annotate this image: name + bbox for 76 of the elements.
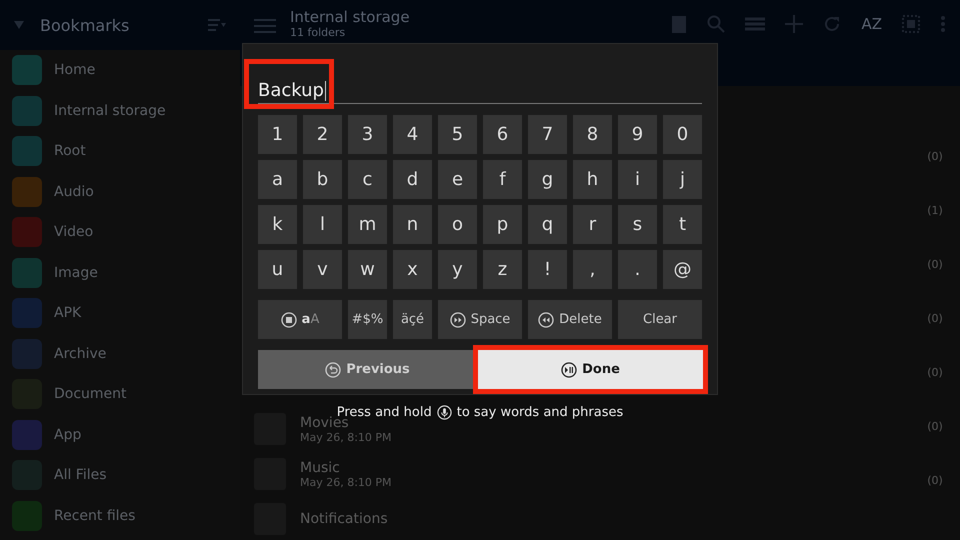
keyboard-key[interactable]: y bbox=[438, 250, 477, 289]
item-count: (0) bbox=[927, 474, 943, 489]
keyboard-key[interactable]: 5 bbox=[438, 115, 477, 154]
keyboard-key[interactable]: 9 bbox=[618, 115, 657, 154]
search-icon[interactable] bbox=[707, 15, 726, 33]
keyboard-key[interactable]: d bbox=[393, 160, 432, 199]
rewind-icon bbox=[538, 312, 554, 328]
plus-icon[interactable] bbox=[785, 15, 804, 33]
refresh-icon[interactable] bbox=[823, 15, 842, 33]
keyboard-key[interactable]: j bbox=[663, 160, 702, 199]
keyboard-key[interactable]: p bbox=[483, 205, 522, 244]
accents-key[interactable]: äçé bbox=[393, 300, 432, 339]
case-key[interactable]: aA bbox=[258, 300, 342, 339]
keyboard-key[interactable]: n bbox=[393, 205, 432, 244]
keyboard-key[interactable]: q bbox=[528, 205, 567, 244]
keyboard-key[interactable]: z bbox=[483, 250, 522, 289]
item-count: (1) bbox=[927, 204, 943, 219]
keyboard-key[interactable]: x bbox=[393, 250, 432, 289]
keyboard-key[interactable]: e bbox=[438, 160, 477, 199]
menu-icon[interactable] bbox=[254, 18, 276, 34]
keyboard-key[interactable]: t bbox=[663, 205, 702, 244]
keyboard-key[interactable]: 8 bbox=[573, 115, 612, 154]
keyboard-key[interactable]: 2 bbox=[303, 115, 342, 154]
keyboard-key[interactable]: @ bbox=[663, 250, 702, 289]
space-key[interactable]: Space bbox=[438, 300, 522, 339]
keyboard-key[interactable]: h bbox=[573, 160, 612, 199]
clear-key[interactable]: Clear bbox=[618, 300, 702, 339]
microphone-icon bbox=[436, 405, 452, 420]
keyboard-key[interactable]: i bbox=[618, 160, 657, 199]
keyboard-key[interactable]: w bbox=[348, 250, 387, 289]
item-count: (0) bbox=[927, 150, 943, 165]
keyboard-key[interactable]: f bbox=[483, 160, 522, 199]
square-circle-icon bbox=[280, 312, 297, 328]
item-count: (0) bbox=[927, 366, 943, 381]
storage-title: Internal storage bbox=[290, 8, 411, 26]
select-all-icon[interactable] bbox=[902, 15, 920, 33]
delete-key[interactable]: Delete bbox=[528, 300, 612, 339]
keyboard-key[interactable]: 4 bbox=[393, 115, 432, 154]
keyboard-key[interactable]: r bbox=[573, 205, 612, 244]
keyboard-key[interactable]: . bbox=[618, 250, 657, 289]
play-pause-icon bbox=[561, 362, 578, 378]
keyboard-key[interactable]: 0 bbox=[663, 115, 702, 154]
keyboard-key[interactable]: o bbox=[438, 205, 477, 244]
item-count: (0) bbox=[927, 258, 943, 273]
keyboard-key[interactable]: k bbox=[258, 205, 297, 244]
symbols-key[interactable]: #$% bbox=[348, 300, 387, 339]
item-count: (0) bbox=[927, 312, 943, 327]
keyboard-key[interactable]: 7 bbox=[528, 115, 567, 154]
fast-forward-icon bbox=[450, 312, 466, 328]
hint-text: Press and hold bbox=[336, 405, 432, 420]
keyboard-key[interactable]: m bbox=[348, 205, 387, 244]
keyboard-key[interactable]: c bbox=[348, 160, 387, 199]
sidebar-title: Bookmarks bbox=[40, 16, 130, 34]
keyboard-key[interactable]: l bbox=[303, 205, 342, 244]
keyboard-key[interactable]: , bbox=[573, 250, 612, 289]
more-icon[interactable] bbox=[940, 15, 946, 33]
keyboard-key[interactable]: ! bbox=[528, 250, 567, 289]
keyboard-key[interactable]: v bbox=[303, 250, 342, 289]
keyboard-key[interactable]: 6 bbox=[483, 115, 522, 154]
sort-icon[interactable] bbox=[208, 19, 226, 31]
keyboard-key[interactable]: a bbox=[258, 160, 297, 199]
keyboard-key[interactable]: 1 bbox=[258, 115, 297, 154]
keyboard-key[interactable]: g bbox=[528, 160, 567, 199]
folder-count: 11 folders bbox=[290, 26, 346, 39]
done-button[interactable]: Done bbox=[478, 350, 703, 389]
keyboard-key[interactable]: s bbox=[618, 205, 657, 244]
caret-icon bbox=[14, 21, 24, 29]
folder-date: May 26, 8:10 PM bbox=[300, 430, 392, 444]
folder-date: May 26, 8:10 PM bbox=[300, 476, 392, 488]
item-count: (0) bbox=[927, 420, 943, 435]
keyboard-key[interactable]: b bbox=[303, 160, 342, 199]
text-input-field[interactable]: Backup bbox=[258, 76, 326, 103]
hint-text: to say words and phrases bbox=[456, 405, 624, 420]
list-view-icon[interactable] bbox=[745, 16, 766, 32]
keyboard-key[interactable]: u bbox=[258, 250, 297, 289]
keyboard-key[interactable]: 3 bbox=[348, 115, 387, 154]
